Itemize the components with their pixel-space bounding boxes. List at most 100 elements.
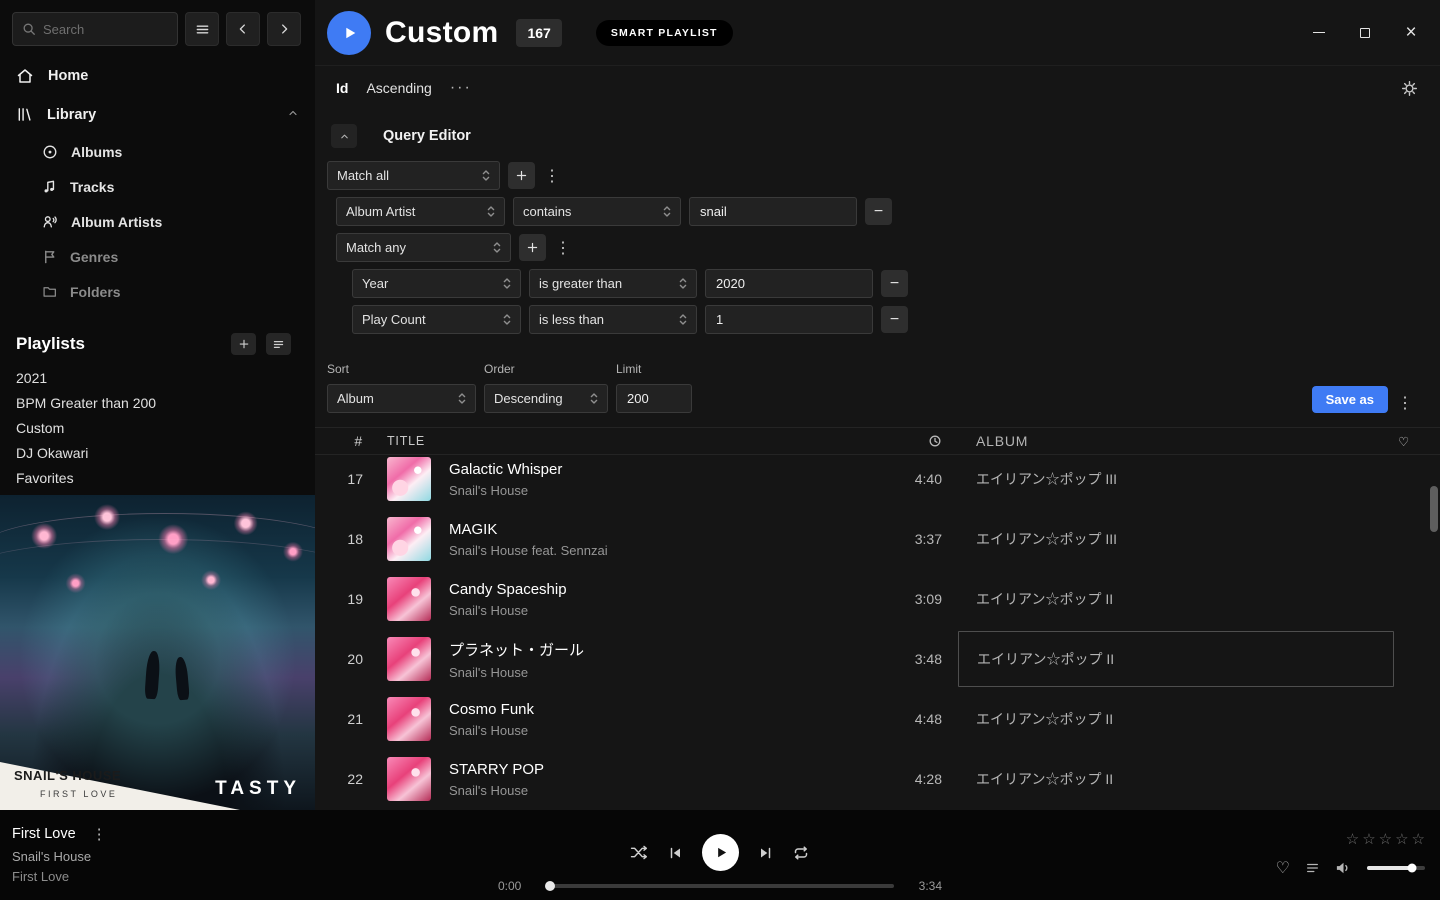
seek-handle[interactable]: [545, 881, 555, 891]
search-box[interactable]: [12, 12, 178, 46]
previous-track-button[interactable]: [668, 846, 683, 860]
seek-bar[interactable]: [546, 884, 894, 888]
add-rule-button[interactable]: [508, 162, 535, 189]
rule-group-menu-button[interactable]: ⋮: [543, 166, 561, 186]
star-icon[interactable]: ☆: [1412, 830, 1425, 848]
track-album-cell[interactable]: エイリアン☆ポップ II: [958, 709, 1394, 729]
rule-operator-select[interactable]: is greater than: [529, 269, 697, 298]
search-input[interactable]: [43, 22, 168, 37]
collapse-query-editor-button[interactable]: [331, 124, 357, 148]
settings-button[interactable]: [1401, 80, 1418, 97]
track-album-cell[interactable]: エイリアン☆ポップ III: [958, 469, 1394, 489]
select-caret-icon: [458, 392, 466, 405]
now-playing-menu-button[interactable]: ⋮: [92, 825, 107, 843]
volume-button[interactable]: [1335, 861, 1352, 875]
limit-group: Limit: [616, 362, 692, 413]
column-header-number[interactable]: #: [315, 433, 363, 449]
add-group-rule-button[interactable]: [519, 234, 546, 261]
queue-button[interactable]: [1305, 861, 1320, 875]
playlist-item[interactable]: Custom: [0, 415, 315, 440]
menu-button[interactable]: [185, 12, 219, 46]
maximize-icon: [1360, 28, 1370, 38]
sidebar-item-albums[interactable]: Albums: [0, 134, 315, 169]
rule-field-select[interactable]: Year: [352, 269, 521, 298]
star-icon[interactable]: ☆: [1395, 830, 1408, 848]
track-album-cell[interactable]: エイリアン☆ポップ III: [958, 529, 1394, 549]
window-controls: ×: [1312, 26, 1418, 40]
favorite-button[interactable]: ♡: [1276, 858, 1290, 878]
track-album-cell[interactable]: エイリアン☆ポップ II: [958, 631, 1394, 687]
elapsed-time: 0:00: [498, 879, 530, 893]
rule-operator-select[interactable]: is less than: [529, 305, 697, 334]
save-as-button[interactable]: Save as: [1312, 386, 1388, 413]
rule-field-select[interactable]: Play Count: [352, 305, 521, 334]
star-icon[interactable]: ☆: [1379, 830, 1392, 848]
playlists-list: 2021 BPM Greater than 200 Custom DJ Okaw…: [0, 365, 315, 490]
star-icon[interactable]: ☆: [1362, 830, 1375, 848]
play-playlist-button[interactable]: [327, 11, 371, 55]
volume-handle[interactable]: [1408, 864, 1417, 873]
rule-value-input[interactable]: [705, 305, 873, 334]
limit-input[interactable]: [616, 384, 692, 413]
volume-slider[interactable]: [1367, 866, 1425, 870]
rule-operator-select[interactable]: contains: [513, 197, 681, 226]
close-button[interactable]: ×: [1404, 26, 1418, 40]
repeat-button[interactable]: [792, 846, 810, 860]
scrollbar-thumb[interactable]: [1430, 486, 1438, 532]
group-menu-button[interactable]: ⋮: [554, 238, 572, 258]
playlist-item[interactable]: BPM Greater than 200: [0, 390, 315, 415]
minimize-icon: [1313, 32, 1325, 33]
minimize-button[interactable]: [1312, 26, 1326, 40]
track-rating: ☆ ☆ ☆ ☆ ☆: [1346, 830, 1425, 848]
track-album: エイリアン☆ポップ II: [976, 591, 1113, 607]
table-row[interactable]: 19 Candy Spaceship Snail's House 3:09 エイ…: [315, 569, 1440, 629]
add-playlist-button[interactable]: [231, 333, 256, 355]
playlist-item[interactable]: Favorites: [0, 465, 315, 490]
nav-forward-button[interactable]: [267, 12, 301, 46]
rule-value-input[interactable]: [705, 269, 873, 298]
maximize-button[interactable]: [1358, 26, 1372, 40]
column-header-duration[interactable]: [902, 434, 958, 448]
playlist-item[interactable]: DJ Okawari: [0, 440, 315, 465]
column-header-favorite[interactable]: ♡: [1394, 434, 1440, 449]
sidebar-item-album-artists[interactable]: Album Artists: [0, 204, 315, 239]
sort-direction-button[interactable]: Ascending: [366, 80, 431, 96]
sort-field-button[interactable]: Id: [336, 80, 348, 96]
table-row[interactable]: 21 Cosmo Funk Snail's House 4:48 エイリアン☆ポ…: [315, 689, 1440, 749]
save-menu-button[interactable]: ⋮: [1396, 393, 1414, 413]
track-album: エイリアン☆ポップ II: [976, 711, 1113, 727]
table-row[interactable]: 17 Galactic Whisper Snail's House 4:40 エ…: [315, 455, 1440, 509]
rule-field-select[interactable]: Album Artist: [336, 197, 505, 226]
next-track-button[interactable]: [758, 846, 773, 860]
sidebar-item-genres[interactable]: Genres: [0, 239, 315, 274]
more-options-button[interactable]: ···: [450, 79, 472, 97]
playlist-list-button[interactable]: [266, 333, 291, 355]
album-art-thumbnail: [387, 757, 431, 801]
group-match-mode-select[interactable]: Match any: [336, 233, 511, 262]
remove-rule-button[interactable]: −: [881, 306, 908, 333]
column-header-album[interactable]: ALBUM: [958, 433, 1394, 449]
volume-fill: [1367, 866, 1412, 870]
remove-rule-button[interactable]: −: [865, 198, 892, 225]
play-pause-button[interactable]: [702, 834, 739, 871]
sidebar-item-home[interactable]: Home: [0, 56, 315, 95]
column-header-title[interactable]: TITLE: [387, 434, 902, 448]
sidebar-item-tracks[interactable]: Tracks: [0, 169, 315, 204]
shuffle-button[interactable]: [630, 845, 649, 860]
match-mode-select[interactable]: Match all: [327, 161, 500, 190]
sidebar-item-library[interactable]: Library: [0, 95, 315, 134]
star-icon[interactable]: ☆: [1346, 830, 1359, 848]
table-row[interactable]: 20 プラネット・ガール Snail's House 3:48 エイリアン☆ポッ…: [315, 629, 1440, 689]
table-row[interactable]: 18 MAGIK Snail's House feat. Sennzai 3:3…: [315, 509, 1440, 569]
table-row[interactable]: 22 STARRY POP Snail's House 4:28 エイリアン☆ポ…: [315, 749, 1440, 809]
query-sort-select[interactable]: Album: [327, 384, 476, 413]
collapse-library-icon[interactable]: [287, 107, 299, 123]
track-album-cell[interactable]: エイリアン☆ポップ II: [958, 769, 1394, 789]
nav-back-button[interactable]: [226, 12, 260, 46]
query-order-select[interactable]: Descending: [484, 384, 608, 413]
rule-value-input[interactable]: [689, 197, 857, 226]
remove-rule-button[interactable]: −: [881, 270, 908, 297]
track-album-cell[interactable]: エイリアン☆ポップ II: [958, 589, 1394, 609]
playlist-item[interactable]: 2021: [0, 365, 315, 390]
sidebar-item-folders[interactable]: Folders: [0, 274, 315, 309]
